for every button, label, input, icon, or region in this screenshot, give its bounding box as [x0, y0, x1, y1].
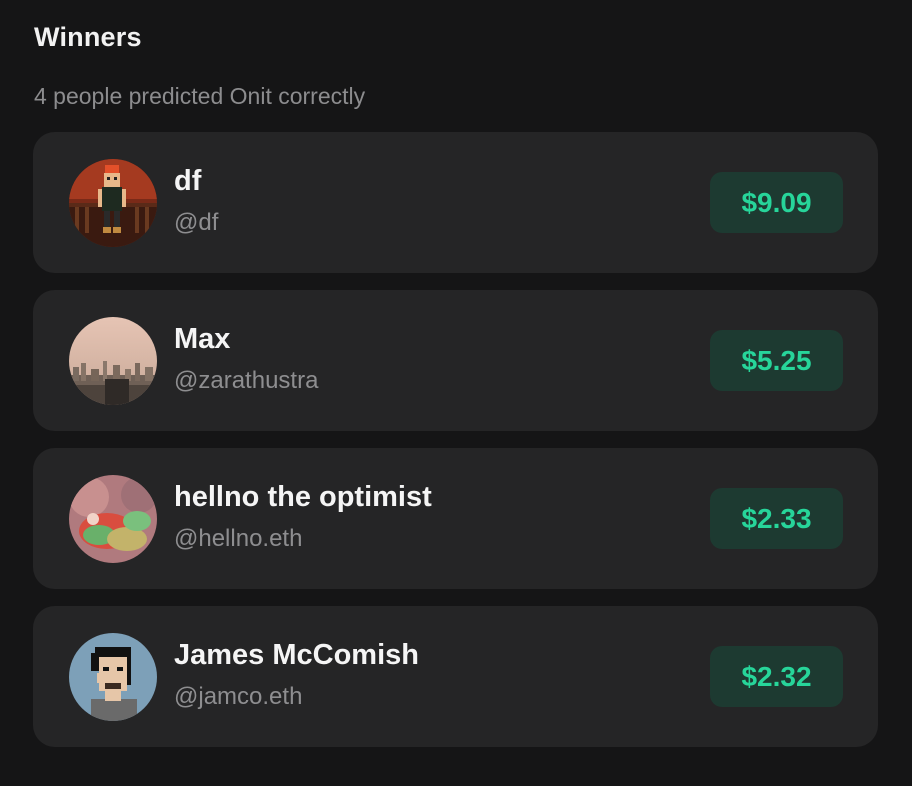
- winner-handle: @df: [174, 209, 219, 236]
- winner-handle: @hellno.eth: [174, 525, 303, 552]
- winner-name: df: [174, 165, 202, 197]
- winner-handle: @jamco.eth: [174, 683, 303, 710]
- winner-name: James McComish: [174, 639, 419, 671]
- winner-card[interactable]: James McComish @jamco.eth $2.32: [33, 606, 878, 747]
- city-skyline-avatar-icon: [69, 317, 157, 405]
- winners-subtitle: 4 people predicted Onit correctly: [34, 83, 366, 109]
- winner-amount-badge: $5.25: [710, 330, 843, 391]
- winner-card[interactable]: hellno the optimist @hellno.eth $2.33: [33, 448, 878, 589]
- winner-amount-badge: $2.32: [710, 646, 843, 707]
- winner-name: Max: [174, 323, 231, 355]
- winner-amount-badge: $2.33: [710, 488, 843, 549]
- winner-card[interactable]: df @df $9.09: [33, 132, 878, 273]
- winners-title: Winners: [34, 22, 142, 52]
- winner-amount-badge: $9.09: [710, 172, 843, 233]
- abstract-avatar-icon: [69, 475, 157, 563]
- winner-handle: @zarathustra: [174, 367, 319, 394]
- winner-card[interactable]: Max @zarathustra $5.25: [33, 290, 878, 431]
- winner-name: hellno the optimist: [174, 481, 432, 513]
- pixel-portrait-avatar-icon: [69, 633, 157, 721]
- pixel-character-avatar-icon: [69, 159, 157, 247]
- winners-list: df @df $9.09 Max @zarathustra $5.25 hell…: [33, 132, 878, 764]
